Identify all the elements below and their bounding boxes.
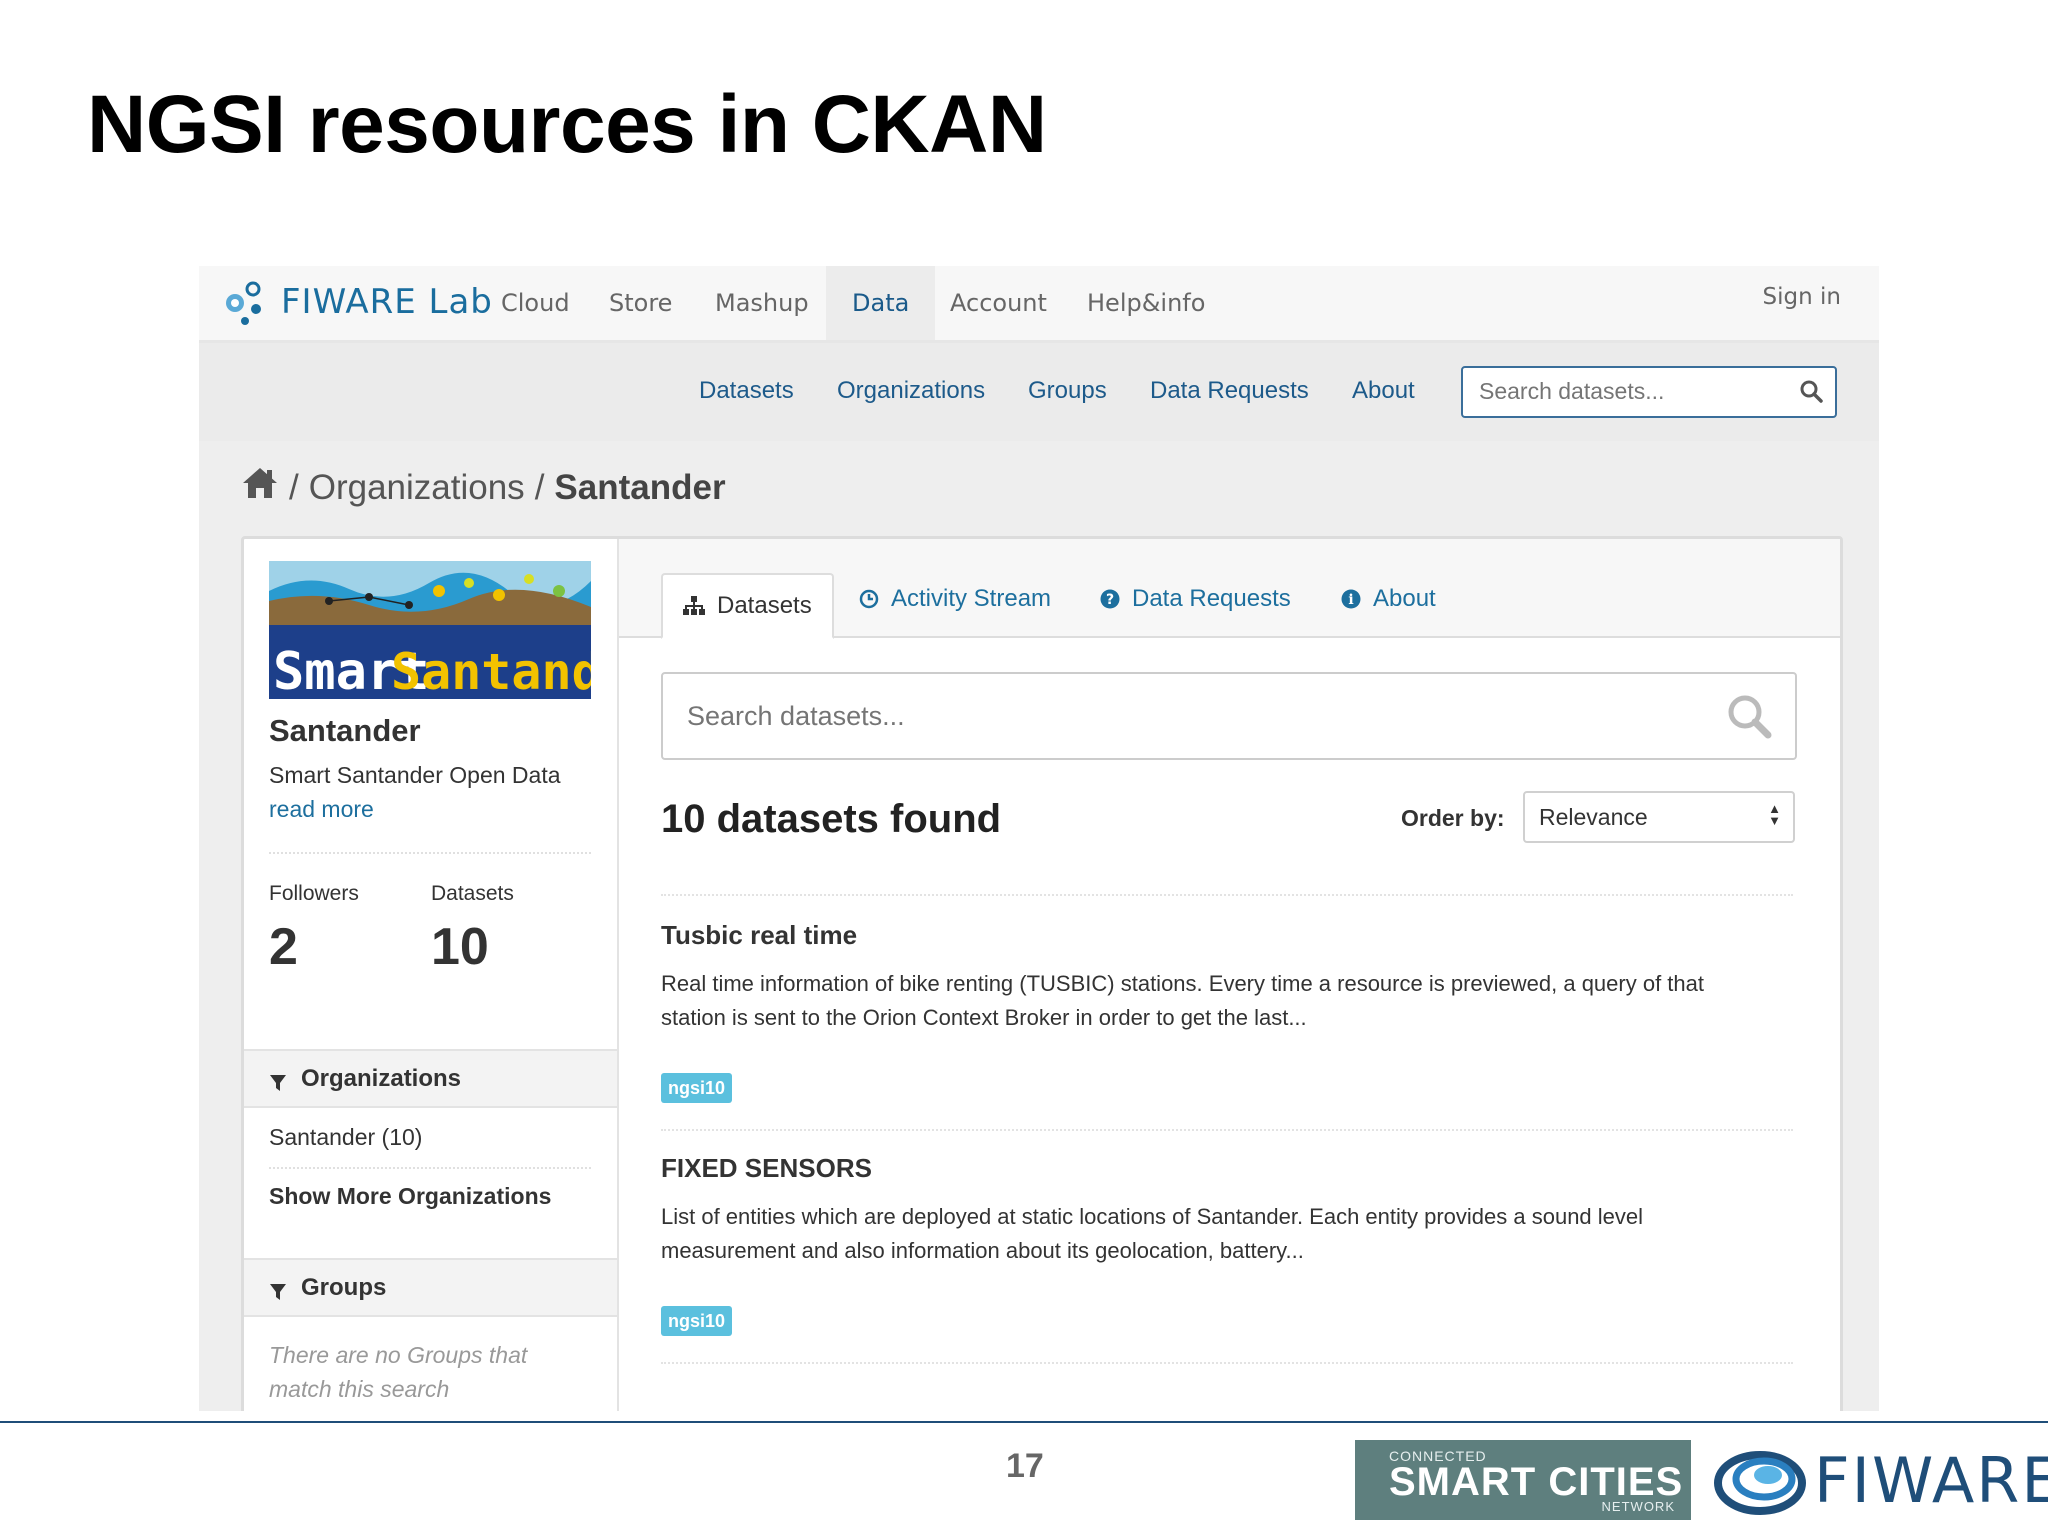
facet-groups-header: Groups bbox=[244, 1258, 617, 1317]
nav-mashup[interactable]: Mashup bbox=[689, 266, 835, 340]
fiware-lab-logo[interactable]: FIWARE Lab bbox=[223, 277, 493, 327]
filter-icon bbox=[269, 1280, 287, 1308]
dataset-description: List of entities which are deployed at s… bbox=[661, 1200, 1793, 1268]
dataset-description: Real time information of bike renting (T… bbox=[661, 967, 1793, 1035]
subnav-about[interactable]: About bbox=[1352, 377, 1415, 405]
dataset-description-line: measurement and also information about i… bbox=[661, 1238, 1304, 1263]
main-content: Datasets Activity Stream ? Data Requests bbox=[619, 539, 1840, 1411]
nav-help-info[interactable]: Help&info bbox=[1061, 266, 1231, 340]
tab-data-requests-label: Data Requests bbox=[1132, 585, 1291, 612]
dataset-tag[interactable]: ngsi10 bbox=[661, 1073, 733, 1103]
subnav-data-requests[interactable]: Data Requests bbox=[1150, 377, 1309, 405]
sitemap-icon bbox=[683, 596, 705, 616]
fiware-swirl-icon bbox=[1714, 1450, 1806, 1515]
csc-network-text: NETWORK bbox=[1601, 1499, 1675, 1514]
org-description: Smart Santander Open Data bbox=[269, 762, 561, 788]
ckan-subnav: Datasets Organizations Groups Data Reque… bbox=[199, 343, 1879, 441]
breadcrumb-current[interactable]: Santander bbox=[554, 468, 725, 508]
sidebar-divider bbox=[269, 852, 591, 854]
svg-text:?: ? bbox=[1106, 592, 1114, 608]
home-icon[interactable] bbox=[241, 466, 279, 509]
sign-in-link[interactable]: Sign in bbox=[1763, 284, 1841, 310]
followers-label: Followers bbox=[269, 882, 359, 905]
sidebar: Smart Santander Santander Smart Santande… bbox=[244, 539, 662, 1411]
groups-empty-message: There are no Groups that match this sear… bbox=[269, 1342, 528, 1402]
followers-count: 2 bbox=[269, 918, 298, 976]
breadcrumb-separator: / bbox=[534, 467, 545, 507]
datasets-count: 10 bbox=[431, 918, 489, 976]
nav-data[interactable]: Data bbox=[826, 266, 936, 340]
subnav-groups[interactable]: Groups bbox=[1028, 377, 1107, 405]
facet-divider bbox=[269, 1167, 591, 1169]
org-name: Santander bbox=[269, 713, 421, 748]
info-icon: i bbox=[1341, 589, 1361, 609]
header-search-input[interactable] bbox=[1479, 376, 1779, 406]
show-more-organizations-link[interactable]: Show More Organizations bbox=[269, 1183, 551, 1210]
breadcrumb-organizations[interactable]: Organizations bbox=[309, 468, 525, 508]
dataset-description-line: List of entities which are deployed at s… bbox=[661, 1204, 1644, 1229]
search-icon[interactable] bbox=[1725, 692, 1773, 745]
nav-account[interactable]: Account bbox=[924, 266, 1073, 340]
order-by-value: Relevance bbox=[1539, 804, 1648, 830]
tab-datasets[interactable]: Datasets bbox=[661, 573, 834, 639]
read-more-link[interactable]: read more bbox=[269, 796, 374, 823]
tab-data-requests[interactable]: ? Data Requests bbox=[1100, 585, 1291, 613]
tab-activity-stream-label: Activity Stream bbox=[891, 585, 1052, 612]
dataset-search-input[interactable] bbox=[687, 698, 1687, 734]
dataset-tag[interactable]: ngsi10 bbox=[661, 1306, 733, 1336]
logo-text: FIWARE Lab bbox=[281, 282, 493, 322]
results-count: 10 datasets found bbox=[661, 797, 1002, 841]
organization-card: Smart Santander Santander Smart Santande… bbox=[241, 536, 1843, 1411]
search-icon[interactable] bbox=[1799, 379, 1823, 408]
facet-groups-title: Groups bbox=[301, 1274, 387, 1301]
connected-smart-cities-logo: CONNECTED SMART CITIES NETWORK bbox=[1355, 1440, 1691, 1520]
facet-item-santander[interactable]: Santander (10) bbox=[269, 1124, 422, 1151]
order-by-label: Order by: bbox=[1401, 805, 1505, 831]
nav-cloud[interactable]: Cloud bbox=[475, 266, 596, 340]
smart-santander-logo[interactable]: Smart Santander bbox=[269, 561, 662, 702]
dataset-search-box bbox=[661, 672, 1797, 760]
dataset-description-line: Real time information of bike renting (T… bbox=[661, 971, 1704, 996]
dataset-title[interactable]: FIXED SENSORS bbox=[661, 1153, 872, 1184]
filter-icon bbox=[269, 1071, 287, 1099]
fiware-logo: FIWARE bbox=[1714, 1444, 2048, 1517]
facet-organizations-title: Organizations bbox=[301, 1065, 462, 1092]
dataset-divider bbox=[661, 1129, 1793, 1131]
tab-about[interactable]: i About bbox=[1341, 585, 1436, 613]
svg-text:i: i bbox=[1348, 592, 1353, 608]
header-search-box bbox=[1461, 366, 1837, 418]
dataset-divider bbox=[661, 894, 1793, 896]
tab-activity-stream[interactable]: Activity Stream bbox=[859, 585, 1051, 613]
order-by-select[interactable]: Relevance ▲ ▼ bbox=[1523, 791, 1795, 843]
slide-title: NGSI resources in CKAN bbox=[87, 79, 1047, 170]
fiware-wordmark: FIWARE bbox=[1814, 1444, 2048, 1517]
breadcrumb-separator: / bbox=[289, 467, 299, 507]
ckan-screenshot: FIWARE Lab Cloud Store Mashup Data Accou… bbox=[199, 266, 1879, 1411]
question-icon: ? bbox=[1100, 589, 1120, 609]
tab-datasets-label: Datasets bbox=[717, 592, 812, 619]
breadcrumb: / Organizations / Santander bbox=[241, 466, 726, 509]
tabs-bar: Datasets Activity Stream ? Data Requests bbox=[619, 539, 1840, 639]
top-navbar: FIWARE Lab Cloud Store Mashup Data Accou… bbox=[199, 266, 1879, 343]
datasets-label: Datasets bbox=[431, 882, 514, 905]
dataset-divider bbox=[661, 1362, 1793, 1364]
subnav-organizations[interactable]: Organizations bbox=[837, 377, 985, 405]
dataset-title[interactable]: Tusbic real time bbox=[661, 920, 857, 951]
page-number: 17 bbox=[1006, 1447, 1044, 1485]
clock-icon bbox=[859, 589, 879, 609]
logo-santander-text: Santander bbox=[391, 643, 591, 699]
facet-organizations-header: Organizations bbox=[244, 1049, 617, 1108]
nav-store[interactable]: Store bbox=[583, 266, 698, 340]
dataset-description-line: station is sent to the Orion Context Bro… bbox=[661, 1005, 1307, 1030]
fiware-dots-icon bbox=[226, 281, 261, 325]
tab-about-label: About bbox=[1373, 585, 1436, 612]
select-arrows-icon: ▲ ▼ bbox=[1768, 801, 1781, 828]
subnav-datasets[interactable]: Datasets bbox=[699, 377, 794, 405]
